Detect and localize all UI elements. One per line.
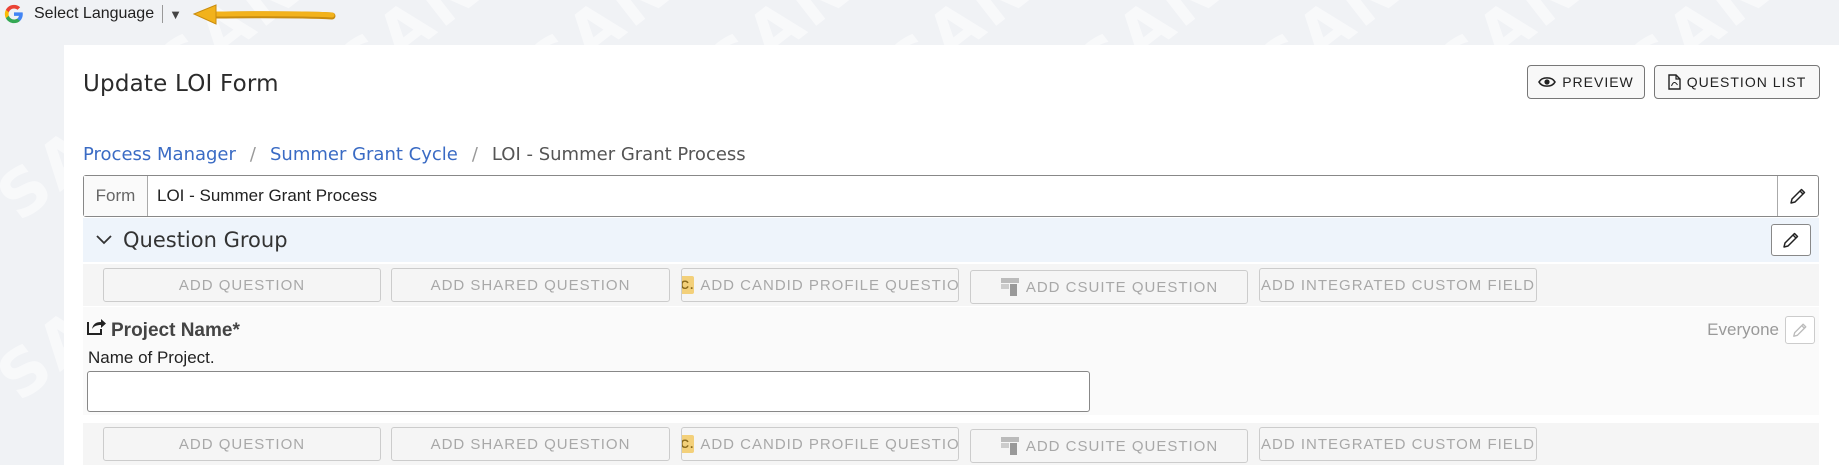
caret-down-icon[interactable]: ▼ <box>169 7 182 22</box>
add-candid-profile-question-label: ADD CANDID PROFILE QUESTIO <box>700 276 959 294</box>
preview-button-label: PREVIEW <box>1562 74 1634 90</box>
breadcrumb-item-current: LOI - Summer Grant Process <box>491 144 746 165</box>
edit-question-group-button[interactable] <box>1771 224 1811 256</box>
question-list-button-label: QUESTION LIST <box>1686 74 1807 90</box>
candid-logo-icon: C. <box>681 435 695 453</box>
language-selector[interactable]: Select Language ▼ <box>3 3 182 25</box>
breadcrumb-separator: / <box>249 144 256 165</box>
csuite-icon <box>1000 278 1019 296</box>
add-shared-question-button[interactable]: ADD SHARED QUESTION <box>391 427 670 461</box>
add-candid-profile-question-button[interactable]: C. ADD CANDID PROFILE QUESTIO <box>681 268 959 302</box>
divider <box>162 5 164 23</box>
add-question-button[interactable]: ADD QUESTION <box>103 427 381 461</box>
preview-button[interactable]: PREVIEW <box>1527 65 1645 99</box>
yellow-arrow-icon <box>192 4 336 25</box>
add-csuite-question-label: ADD CSUITE QUESTION <box>1025 437 1219 455</box>
edit-question-button[interactable] <box>1785 316 1815 344</box>
question-group-header[interactable]: Question Group <box>83 218 1819 262</box>
question-audience: Everyone <box>1707 320 1779 339</box>
add-question-toolbar: ADD QUESTION ADD SHARED QUESTION C. ADD … <box>83 423 1819 465</box>
pencil-icon <box>1793 323 1807 337</box>
top-bar: Select Language ▼ <box>0 0 1839 30</box>
question-list-button[interactable]: QUESTION LIST <box>1654 65 1820 99</box>
pencil-icon <box>1783 232 1799 248</box>
page-title: Update LOI Form <box>83 71 279 97</box>
add-question-button[interactable]: ADD QUESTION <box>103 268 381 302</box>
project-name-input[interactable] <box>87 371 1090 412</box>
question-group-title: Question Group <box>123 228 288 252</box>
add-candid-profile-question-label: ADD CANDID PROFILE QUESTIO <box>700 435 959 453</box>
breadcrumb-separator: / <box>471 144 478 165</box>
share-icon[interactable] <box>87 317 107 335</box>
add-integrated-custom-field-button[interactable]: ADD INTEGRATED CUSTOM FIELD <box>1259 268 1537 302</box>
form-label: Form <box>84 176 148 216</box>
add-csuite-question-button[interactable]: ADD CSUITE QUESTION <box>970 270 1248 304</box>
edit-form-button[interactable] <box>1777 176 1818 216</box>
breadcrumb: Process Manager / Summer Grant Cycle / L… <box>83 144 746 165</box>
question-name: Project Name* <box>111 320 240 341</box>
breadcrumb-item-summer-grant-cycle[interactable]: Summer Grant Cycle <box>270 144 458 165</box>
breadcrumb-item-process-manager[interactable]: Process Manager <box>83 144 236 165</box>
eye-icon <box>1538 77 1557 87</box>
form-editor-card: Update LOI Form PREVIEW QUESTION LIST Pr… <box>64 45 1839 465</box>
add-csuite-question-label: ADD CSUITE QUESTION <box>1025 278 1219 296</box>
add-integrated-custom-field-button[interactable]: ADD INTEGRATED CUSTOM FIELD <box>1259 427 1537 461</box>
csuite-icon <box>1000 437 1019 455</box>
pencil-icon <box>1790 188 1806 204</box>
question-item: Project Name* Name of Project. Everyone <box>83 307 1819 415</box>
google-logo-icon <box>4 4 23 24</box>
candid-logo-icon: C. <box>681 276 695 294</box>
add-csuite-question-button[interactable]: ADD CSUITE QUESTION <box>970 429 1248 463</box>
add-question-toolbar: ADD QUESTION ADD SHARED QUESTION C. ADD … <box>83 264 1819 306</box>
add-candid-profile-question-button[interactable]: C. ADD CANDID PROFILE QUESTIO <box>681 427 959 461</box>
add-shared-question-button[interactable]: ADD SHARED QUESTION <box>391 268 670 302</box>
pdf-file-icon <box>1668 74 1681 90</box>
question-help-text: Name of Project. <box>88 348 215 367</box>
language-selector-label: Select Language <box>34 5 155 22</box>
chevron-down-icon[interactable] <box>95 234 113 246</box>
form-name-value: LOI - Summer Grant Process <box>157 186 378 205</box>
form-name-row: Form LOI - Summer Grant Process <box>83 175 1819 217</box>
